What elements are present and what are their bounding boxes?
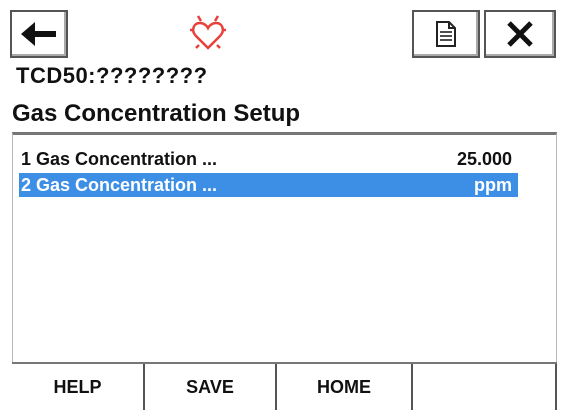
save-button[interactable]: SAVE xyxy=(145,364,277,410)
list-item-gas-concentration-2[interactable]: 2 Gas Concentration ... ppm xyxy=(19,173,518,197)
close-button[interactable] xyxy=(484,10,556,58)
list-item-value: 25.000 xyxy=(456,148,512,169)
menu-list: 1 Gas Concentration ... 25.000 2 Gas Con… xyxy=(12,132,557,362)
list-item-label: 1 Gas Concentration ... xyxy=(21,148,218,169)
left-arrow-icon xyxy=(21,22,56,46)
list-item-label: 2 Gas Concentration ... xyxy=(21,174,218,195)
document-button[interactable] xyxy=(412,10,480,58)
device-tag: TCD50:???????? xyxy=(16,63,208,88)
home-button[interactable]: HOME xyxy=(277,364,413,410)
page-title: Gas Concentration Setup xyxy=(12,100,301,127)
help-button[interactable]: HELP xyxy=(12,364,145,410)
list-item-value: ppm xyxy=(474,174,512,195)
blank-softkey[interactable] xyxy=(413,364,557,410)
device-screen: TCD50:???????? Gas Concentration Setup 1… xyxy=(0,0,565,418)
close-x-icon xyxy=(507,21,533,47)
softkey-bar: HELP SAVE HOME xyxy=(12,362,557,410)
document-icon xyxy=(436,21,456,47)
back-button[interactable] xyxy=(10,10,68,58)
list-item-gas-concentration-1[interactable]: 1 Gas Concentration ... 25.000 xyxy=(19,147,518,171)
heart-alarm-icon xyxy=(186,12,230,56)
